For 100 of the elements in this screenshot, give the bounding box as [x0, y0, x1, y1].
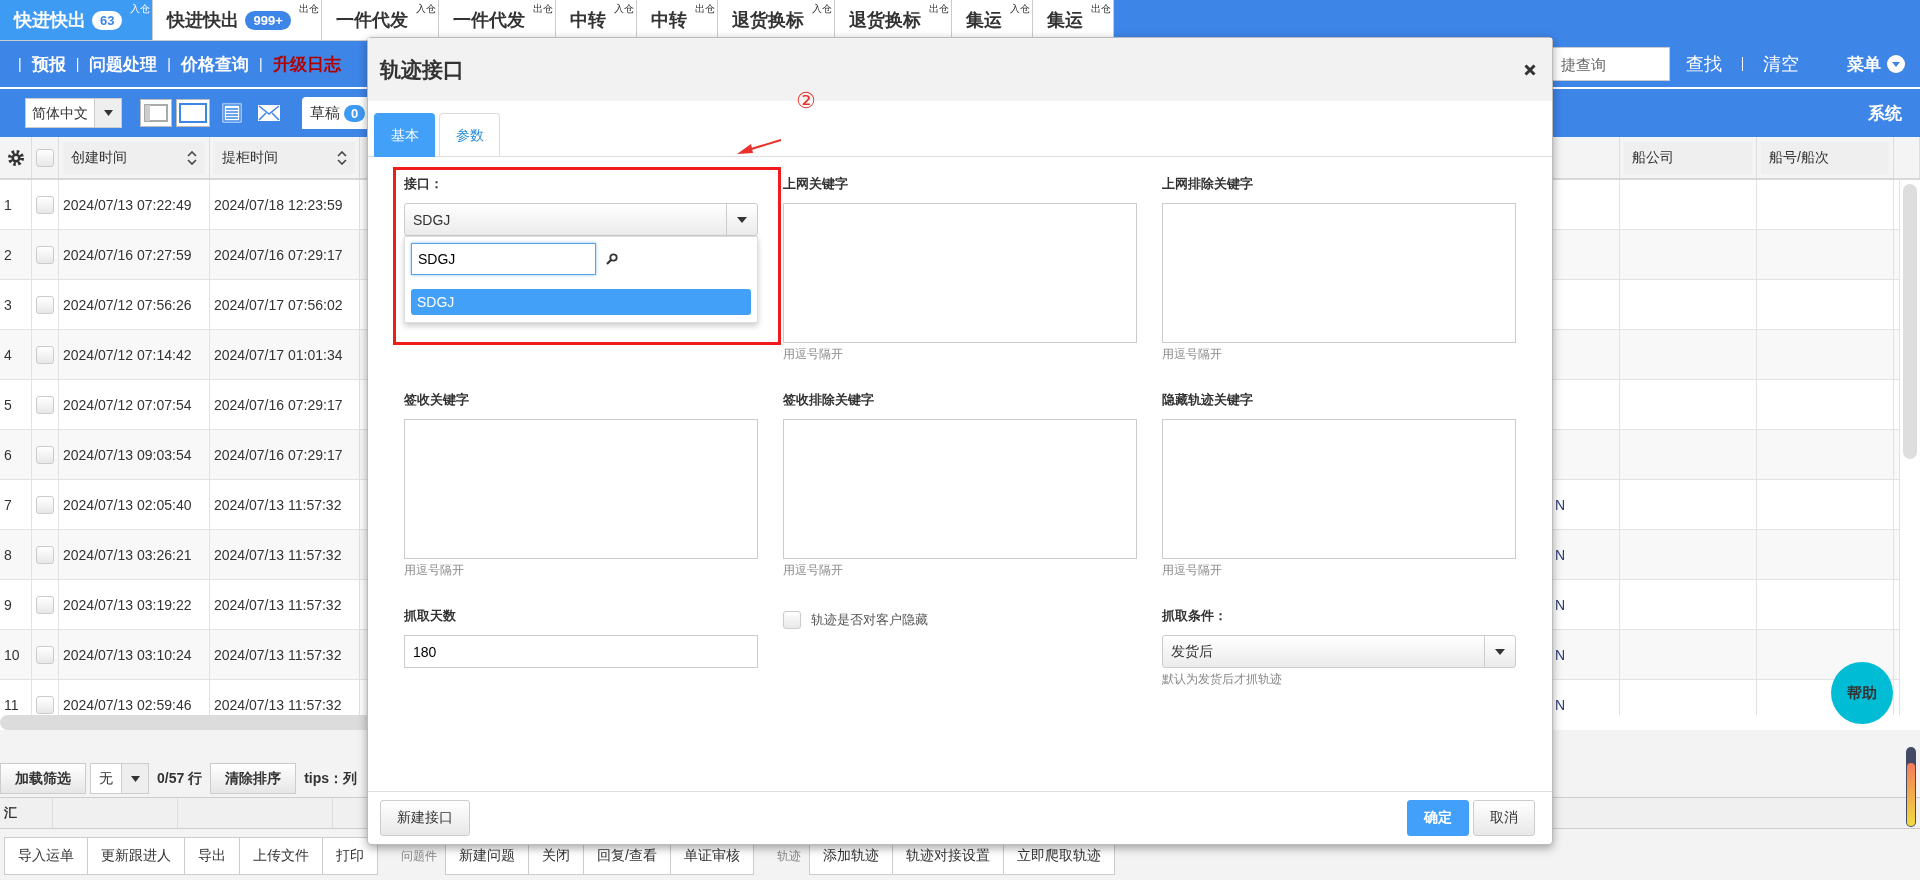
- caret-icon: [130, 775, 140, 782]
- mail-icon[interactable]: [258, 105, 280, 121]
- checkbox[interactable]: [783, 611, 801, 629]
- dialog-tab[interactable]: 参数: [439, 113, 500, 157]
- annotation-arrow: [736, 138, 782, 156]
- table-cell: 2024/07/17 01:01:34: [210, 330, 360, 379]
- column-header[interactable]: 船公司: [1624, 141, 1752, 174]
- module-tab[interactable]: 快进快出 63 入仓: [0, 0, 154, 41]
- group-label: 轨迹: [776, 847, 801, 865]
- row-checkbox[interactable]: [36, 545, 54, 564]
- count-badge: 0: [344, 104, 366, 122]
- checkbox-label: 轨迹是否对客户隐藏: [811, 611, 928, 629]
- text-area[interactable]: [783, 419, 1137, 559]
- select-all-checkbox[interactable]: [36, 148, 54, 167]
- nav-link[interactable]: 问题处理: [89, 52, 158, 76]
- text-area[interactable]: [404, 419, 758, 559]
- scrollbar[interactable]: [1903, 184, 1917, 459]
- row-count: 0/57 行: [157, 769, 203, 788]
- action-button[interactable]: 更新跟进人: [87, 837, 185, 875]
- clear-link[interactable]: 清空: [1763, 52, 1799, 76]
- action-button[interactable]: 打印: [322, 837, 378, 875]
- dialog-title: 轨迹接口: [380, 56, 464, 83]
- tab-label: 中转: [650, 9, 687, 32]
- separator: |: [258, 56, 263, 72]
- table-cell: 2024/07/12 07:56:26: [59, 280, 210, 329]
- column-header[interactable]: 船号/船次: [1761, 141, 1889, 174]
- row-number: 3: [0, 280, 32, 329]
- text-area[interactable]: [1162, 203, 1516, 343]
- new-interface-button[interactable]: 新建接口: [380, 800, 470, 836]
- table-cell: 2024/07/17 07:56:02: [210, 280, 360, 329]
- split-view-icon[interactable]: [140, 99, 172, 127]
- load-filter-button[interactable]: 加载筛选: [0, 763, 86, 794]
- field-label: 签收关键字: [404, 392, 469, 407]
- row-number: 8: [0, 530, 32, 579]
- column-header[interactable]: 提柜时间: [214, 141, 355, 174]
- menu-button[interactable]: 菜单: [1847, 52, 1905, 76]
- row-checkbox[interactable]: [36, 295, 54, 314]
- separator: |: [75, 56, 80, 72]
- select-field[interactable]: 发货后: [1162, 635, 1516, 668]
- row-checkbox[interactable]: [36, 345, 54, 364]
- row-checkbox[interactable]: [36, 395, 54, 414]
- tab-tag: 入仓: [415, 2, 436, 16]
- tab-tag: 出仓: [1090, 2, 1111, 16]
- module-tab[interactable]: 一件代发 入仓: [321, 0, 439, 41]
- tab-tag: 入仓: [130, 2, 151, 16]
- text-area[interactable]: [783, 203, 1137, 343]
- row-checkbox[interactable]: [36, 495, 54, 514]
- sort-icon: [337, 150, 347, 165]
- row-checkbox[interactable]: [36, 445, 54, 464]
- table-cell: 2024/07/13 03:26:21: [59, 530, 210, 579]
- search-field[interactable]: SDGJ: [411, 243, 596, 275]
- row-checkbox[interactable]: [36, 195, 54, 214]
- action-button[interactable]: 导入运单: [4, 837, 88, 875]
- row-checkbox[interactable]: [36, 695, 54, 714]
- row-number: 9: [0, 580, 32, 629]
- text-area[interactable]: [1162, 419, 1516, 559]
- input-field[interactable]: 180: [404, 635, 758, 668]
- caret-icon: [737, 216, 747, 223]
- count-badge: 63: [92, 10, 123, 30]
- hint-text: 默认为发货后才抓轨迹: [1162, 672, 1282, 686]
- row-checkbox[interactable]: [36, 595, 54, 614]
- tab-tag: 入仓: [811, 2, 832, 16]
- field-label: 抓取天数: [404, 608, 456, 623]
- row-number: 6: [0, 430, 32, 479]
- table-cell: 2024/07/13 03:10:24: [59, 630, 210, 679]
- row-number: 5: [0, 380, 32, 429]
- search-field[interactable]: 捷查询: [1552, 47, 1670, 81]
- caret-icon: [1495, 648, 1505, 655]
- module-tab[interactable]: 快进快出 999+ 出仓: [153, 0, 322, 41]
- hint-text: 用逗号隔开: [783, 347, 843, 361]
- table-cell: 2024/07/12 07:14:42: [59, 330, 210, 379]
- action-button[interactable]: 导出: [184, 837, 240, 875]
- clear-sort-button[interactable]: 清除排序: [210, 763, 297, 794]
- find-link[interactable]: 查找: [1686, 52, 1722, 76]
- nav-link[interactable]: 价格查询: [180, 52, 249, 76]
- field-label: 上网排除关键字: [1162, 176, 1253, 191]
- group-label: 问题件: [401, 847, 437, 865]
- close-icon[interactable]: [1524, 63, 1536, 76]
- nav-link[interactable]: 预报: [31, 52, 66, 76]
- filter-select[interactable]: 无: [90, 763, 149, 794]
- settings-icon[interactable]: [6, 148, 25, 167]
- row-checkbox[interactable]: [36, 245, 54, 264]
- row-number: 1: [0, 180, 32, 229]
- tab-label: 一件代发: [335, 9, 408, 32]
- table-cell: N: [1555, 546, 1566, 563]
- row-checkbox[interactable]: [36, 645, 54, 664]
- cancel-button[interactable]: 取消: [1473, 800, 1535, 836]
- action-button[interactable]: 上传文件: [239, 837, 323, 875]
- language-select[interactable]: 简体中文: [25, 98, 122, 128]
- tab-label: 退货换标: [848, 9, 921, 32]
- select-field[interactable]: SDGJ: [404, 203, 758, 236]
- field-label: 接口：: [404, 176, 443, 191]
- system-label[interactable]: 系统: [1868, 101, 1902, 125]
- single-view-icon[interactable]: [176, 99, 210, 127]
- hint-text: 用逗号隔开: [404, 563, 464, 577]
- tab-label: 退货换标: [731, 9, 804, 32]
- table-cell: 2024/07/18 12:23:59: [210, 180, 360, 229]
- list-icon[interactable]: [222, 103, 242, 123]
- column-header[interactable]: 创建时间: [63, 141, 205, 174]
- tab-tag: 出仓: [928, 2, 949, 16]
